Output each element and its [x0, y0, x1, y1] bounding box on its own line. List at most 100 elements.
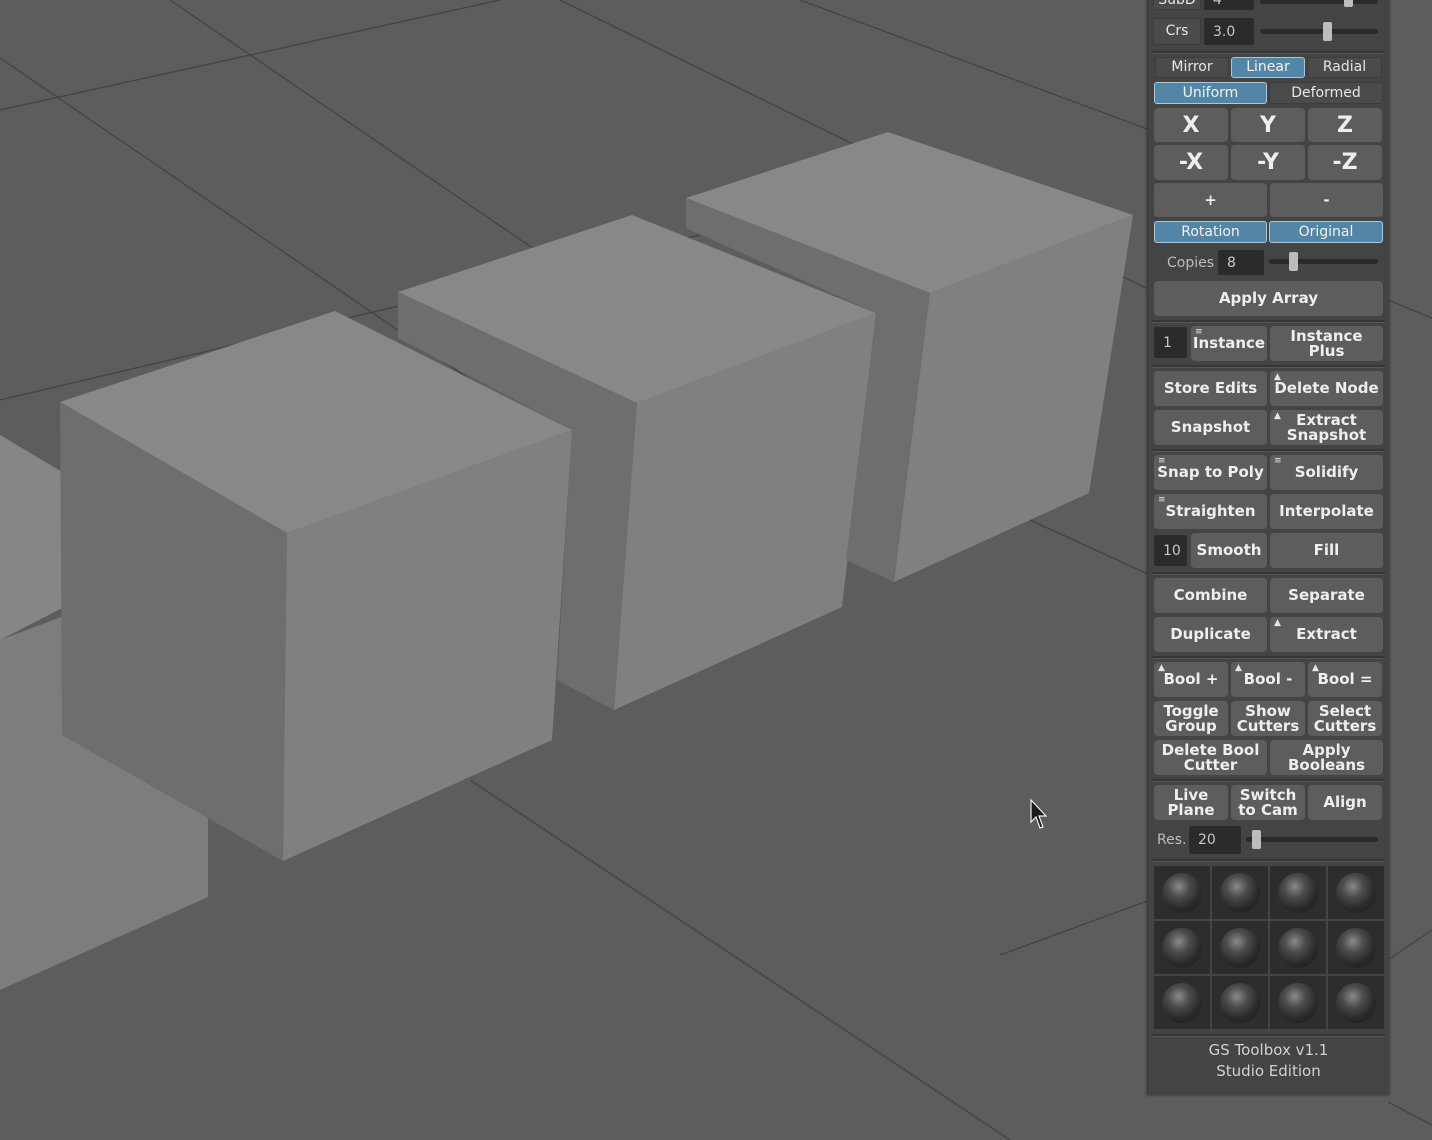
- show-cutters-button[interactable]: Show Cutters: [1231, 701, 1305, 736]
- option-marker-icon: ≡: [1274, 456, 1282, 466]
- subd-value-field[interactable]: 4: [1204, 0, 1254, 10]
- apply-array-button[interactable]: Apply Array: [1154, 281, 1383, 316]
- copies-value-field[interactable]: 8: [1218, 250, 1264, 275]
- bool-intersect-button[interactable]: ▲ Bool =: [1308, 662, 1382, 697]
- uniform-toggle[interactable]: Uniform: [1154, 82, 1267, 104]
- combine-button[interactable]: Combine: [1154, 578, 1267, 613]
- subd-slider-track[interactable]: [1260, 0, 1378, 4]
- solidify-button[interactable]: ≡ Solidify: [1270, 455, 1383, 490]
- footer-version: GS Toolbox v1.1: [1208, 1041, 1329, 1059]
- option-marker-icon: ▲: [1235, 663, 1242, 673]
- axis-neg-y-button[interactable]: -Y: [1231, 145, 1305, 180]
- material-swatch[interactable]: [1212, 921, 1268, 974]
- material-swatch[interactable]: [1154, 921, 1210, 974]
- material-swatch[interactable]: [1212, 866, 1268, 919]
- delete-node-label: Delete Node: [1274, 379, 1379, 397]
- copies-slider-handle[interactable]: [1289, 252, 1298, 271]
- interpolate-button[interactable]: Interpolate: [1270, 494, 1383, 529]
- smooth-count-field[interactable]: 10: [1154, 535, 1187, 566]
- material-swatch[interactable]: [1154, 866, 1210, 919]
- axis-z-button[interactable]: Z: [1308, 108, 1382, 142]
- instance-button[interactable]: ≡ Instance: [1191, 326, 1267, 361]
- option-marker-icon: ▲: [1274, 372, 1281, 382]
- axis-neg-x-button[interactable]: -X: [1154, 145, 1228, 180]
- live-plane-button[interactable]: Live Plane: [1154, 785, 1228, 820]
- material-ball-icon: [1162, 982, 1202, 1023]
- material-swatch[interactable]: [1328, 921, 1384, 974]
- axis-y-button[interactable]: Y: [1231, 108, 1305, 142]
- straighten-label: Straighten: [1165, 502, 1256, 520]
- material-swatch[interactable]: [1328, 976, 1384, 1029]
- instance-plus-button[interactable]: Instance Plus: [1270, 326, 1383, 361]
- straighten-button[interactable]: ≡ Straighten: [1154, 494, 1267, 529]
- linear-toggle[interactable]: Linear: [1231, 57, 1305, 78]
- snap-to-poly-button[interactable]: ≡ Snap to Poly: [1154, 455, 1267, 490]
- resolution-slider-track[interactable]: [1246, 837, 1378, 842]
- copies-label: Copies: [1167, 254, 1215, 271]
- delete-node-button[interactable]: ▲ Delete Node: [1270, 371, 1383, 406]
- toggle-group-button[interactable]: Toggle Group: [1154, 701, 1228, 736]
- subd-slider-handle[interactable]: [1344, 0, 1353, 7]
- select-cutters-button[interactable]: Select Cutters: [1308, 701, 1382, 736]
- material-ball-icon: [1162, 872, 1202, 913]
- mirror-toggle[interactable]: Mirror: [1155, 57, 1229, 78]
- extract-button[interactable]: ▲ Extract: [1270, 617, 1383, 652]
- switch-to-cam-button[interactable]: Switch to Cam: [1231, 785, 1305, 820]
- material-swatch[interactable]: [1270, 921, 1326, 974]
- material-ball-icon: [1336, 927, 1376, 968]
- axis-neg-z-button[interactable]: -Z: [1308, 145, 1382, 180]
- extract-snapshot-label: Extract Snapshot: [1286, 410, 1367, 444]
- material-swatch[interactable]: [1270, 866, 1326, 919]
- bool-intersect-label: Bool =: [1317, 670, 1373, 688]
- deformed-toggle[interactable]: Deformed: [1269, 82, 1383, 104]
- bool-difference-button[interactable]: ▲ Bool -: [1231, 662, 1305, 697]
- divider: [1152, 365, 1385, 368]
- axis-x-button[interactable]: X: [1154, 108, 1228, 142]
- crease-slider-handle[interactable]: [1323, 22, 1332, 41]
- bool-union-button[interactable]: ▲ Bool +: [1154, 662, 1228, 697]
- extract-snapshot-button[interactable]: ▲ Extract Snapshot: [1270, 410, 1383, 445]
- option-marker-icon: ≡: [1195, 327, 1203, 337]
- remove-copy-button[interactable]: -: [1270, 183, 1383, 217]
- gs-toolbox-panel: SubD 4 Crs 3.0 Mirror Linear Radial Unif…: [1147, 0, 1389, 1095]
- option-marker-icon: ▲: [1158, 663, 1165, 673]
- separate-button[interactable]: Separate: [1270, 578, 1383, 613]
- crease-slider-track[interactable]: [1260, 29, 1378, 34]
- option-marker-icon: ▲: [1274, 411, 1281, 421]
- apply-booleans-button[interactable]: Apply Booleans: [1270, 740, 1383, 775]
- material-swatch[interactable]: [1212, 976, 1268, 1029]
- resolution-value-field[interactable]: 20: [1189, 826, 1241, 854]
- crease-value-field[interactable]: 3.0: [1204, 18, 1254, 45]
- radial-toggle[interactable]: Radial: [1307, 57, 1382, 78]
- material-swatch[interactable]: [1270, 976, 1326, 1029]
- option-marker-icon: ▲: [1274, 618, 1281, 628]
- option-marker-icon: ▲: [1312, 663, 1319, 673]
- instance-count-field[interactable]: 1: [1154, 327, 1187, 358]
- snap-to-poly-label: Snap to Poly: [1157, 463, 1264, 481]
- rotation-toggle[interactable]: Rotation: [1154, 221, 1267, 243]
- material-ball-icon: [1278, 982, 1318, 1023]
- align-button[interactable]: Align: [1308, 785, 1382, 820]
- material-swatch[interactable]: [1154, 976, 1210, 1029]
- crease-button[interactable]: Crs: [1153, 18, 1201, 45]
- duplicate-button[interactable]: Duplicate: [1154, 617, 1267, 652]
- divider: [1152, 572, 1385, 575]
- resolution-slider-handle[interactable]: [1252, 830, 1261, 849]
- store-edits-button[interactable]: Store Edits: [1154, 371, 1267, 406]
- material-ball-icon: [1162, 927, 1202, 968]
- delete-bool-cutter-button[interactable]: Delete Bool Cutter: [1154, 740, 1267, 775]
- divider: [1152, 51, 1385, 54]
- add-copy-button[interactable]: +: [1154, 183, 1267, 217]
- snapshot-button[interactable]: Snapshot: [1154, 410, 1267, 445]
- option-marker-icon: ≡: [1158, 456, 1166, 466]
- divider: [1152, 449, 1385, 452]
- subd-label[interactable]: SubD: [1153, 0, 1201, 10]
- copies-slider-track[interactable]: [1269, 259, 1378, 264]
- fill-button[interactable]: Fill: [1270, 533, 1383, 568]
- material-ball-icon: [1336, 872, 1376, 913]
- smooth-button[interactable]: Smooth: [1191, 533, 1267, 568]
- material-swatch[interactable]: [1328, 866, 1384, 919]
- original-toggle[interactable]: Original: [1269, 221, 1383, 243]
- material-ball-icon: [1220, 982, 1260, 1023]
- material-ball-icon: [1278, 872, 1318, 913]
